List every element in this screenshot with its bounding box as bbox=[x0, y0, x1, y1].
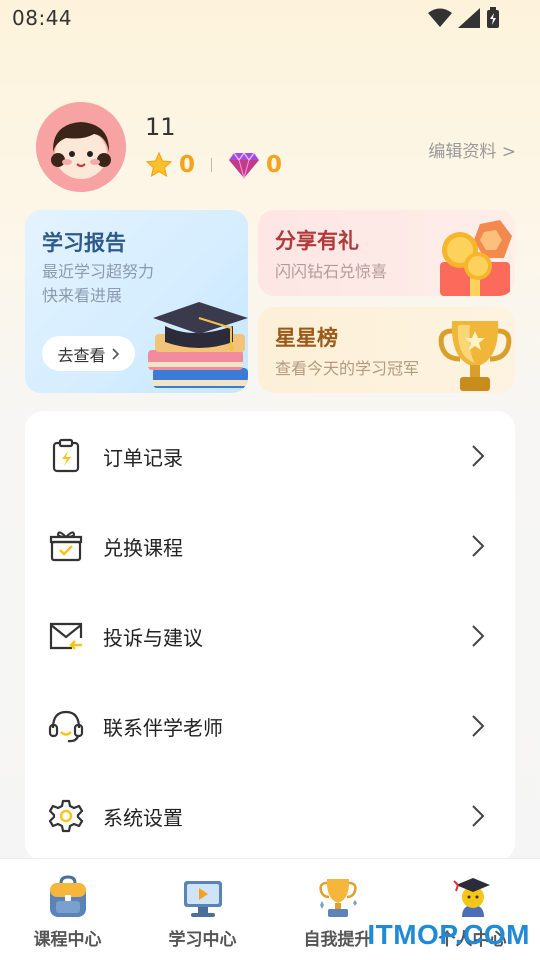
status-icons bbox=[428, 7, 500, 29]
star-ranking-card[interactable]: 星星榜 查看今天的学习冠军 bbox=[258, 307, 515, 393]
backpack-icon bbox=[50, 875, 86, 917]
signal-icon bbox=[458, 8, 480, 28]
tab-study-center[interactable]: 学习中心 bbox=[135, 859, 270, 960]
diamond-icon bbox=[229, 151, 260, 179]
menu-item-orders[interactable]: 订单记录 bbox=[25, 411, 515, 501]
study-report-sub1: 最近学习超努力 bbox=[42, 262, 155, 281]
gift-box-icon bbox=[49, 531, 83, 562]
stars-count: 0 bbox=[179, 152, 196, 178]
menu-label-feedback: 投诉与建议 bbox=[103, 625, 203, 650]
stat-divider bbox=[211, 158, 213, 172]
headset-icon bbox=[48, 710, 84, 743]
graduate-icon bbox=[453, 878, 490, 917]
mail-icon bbox=[49, 622, 83, 650]
order-clipboard-icon bbox=[52, 438, 80, 473]
watermark: ITMOP.COM bbox=[367, 919, 530, 950]
gear-icon bbox=[48, 799, 84, 833]
tab-label-course-center: 课程中心 bbox=[33, 930, 102, 950]
menu-label-settings: 系统设置 bbox=[103, 805, 183, 830]
menu-label-orders: 订单记录 bbox=[103, 445, 183, 470]
chevron-right-icon bbox=[472, 805, 485, 827]
menu-item-settings[interactable]: 系统设置 bbox=[25, 771, 515, 861]
chevron-right-icon bbox=[472, 445, 485, 467]
menu-item-feedback[interactable]: 投诉与建议 bbox=[25, 591, 515, 681]
tab-course-center[interactable]: 课程中心 bbox=[0, 859, 135, 960]
star-ranking-sub: 查看今天的学习冠军 bbox=[275, 359, 420, 378]
star-icon bbox=[145, 151, 173, 178]
books-graduation-cap-icon bbox=[148, 302, 248, 388]
menu-item-redeem-course[interactable]: 兑换课程 bbox=[25, 501, 515, 591]
menu-label-contact-teacher: 联系伴学老师 bbox=[103, 715, 223, 740]
chevron-right-icon bbox=[111, 347, 119, 360]
edit-profile-link[interactable]: 编辑资料 > bbox=[428, 137, 516, 162]
stats-row: 0 0 bbox=[145, 150, 282, 180]
tab-label-study-center: 学习中心 bbox=[168, 930, 237, 950]
monitor-icon bbox=[184, 881, 222, 917]
study-report-sub2: 快来看进展 bbox=[42, 286, 123, 305]
share-gift-title: 分享有礼 bbox=[275, 229, 359, 253]
study-report-card[interactable]: 学习报告 最近学习超努力 快来看进展 去查看 bbox=[25, 210, 248, 393]
chevron-right-icon bbox=[472, 715, 485, 737]
battery-icon bbox=[487, 7, 499, 28]
share-gift-card[interactable]: 分享有礼 闪闪钻石兑惊喜 bbox=[258, 210, 515, 296]
menu-label-redeem-course: 兑换课程 bbox=[103, 535, 183, 560]
status-bar: 08:44 bbox=[0, 0, 540, 36]
chevron-right-icon bbox=[472, 625, 485, 647]
coins-gift-icon bbox=[440, 220, 512, 296]
avatar[interactable] bbox=[36, 102, 126, 192]
diamonds-count: 0 bbox=[266, 152, 283, 178]
share-gift-sub: 闪闪钻石兑惊喜 bbox=[275, 262, 388, 281]
gold-trophy-icon bbox=[438, 321, 512, 391]
view-report-label: 去查看 bbox=[57, 345, 106, 365]
wifi-icon bbox=[428, 8, 452, 27]
star-ranking-title: 星星榜 bbox=[275, 326, 338, 350]
trophy-icon bbox=[319, 879, 357, 917]
menu-item-contact-teacher[interactable]: 联系伴学老师 bbox=[25, 681, 515, 771]
view-report-button[interactable]: 去查看 bbox=[42, 336, 135, 371]
chevron-right-icon bbox=[472, 535, 485, 557]
study-report-title: 学习报告 bbox=[42, 231, 126, 255]
menu-list: 订单记录 兑换课程 投诉与建议 联系伴学老师 系统设置 bbox=[25, 411, 515, 861]
status-time: 08:44 bbox=[12, 6, 73, 30]
username: 11 bbox=[145, 113, 176, 141]
